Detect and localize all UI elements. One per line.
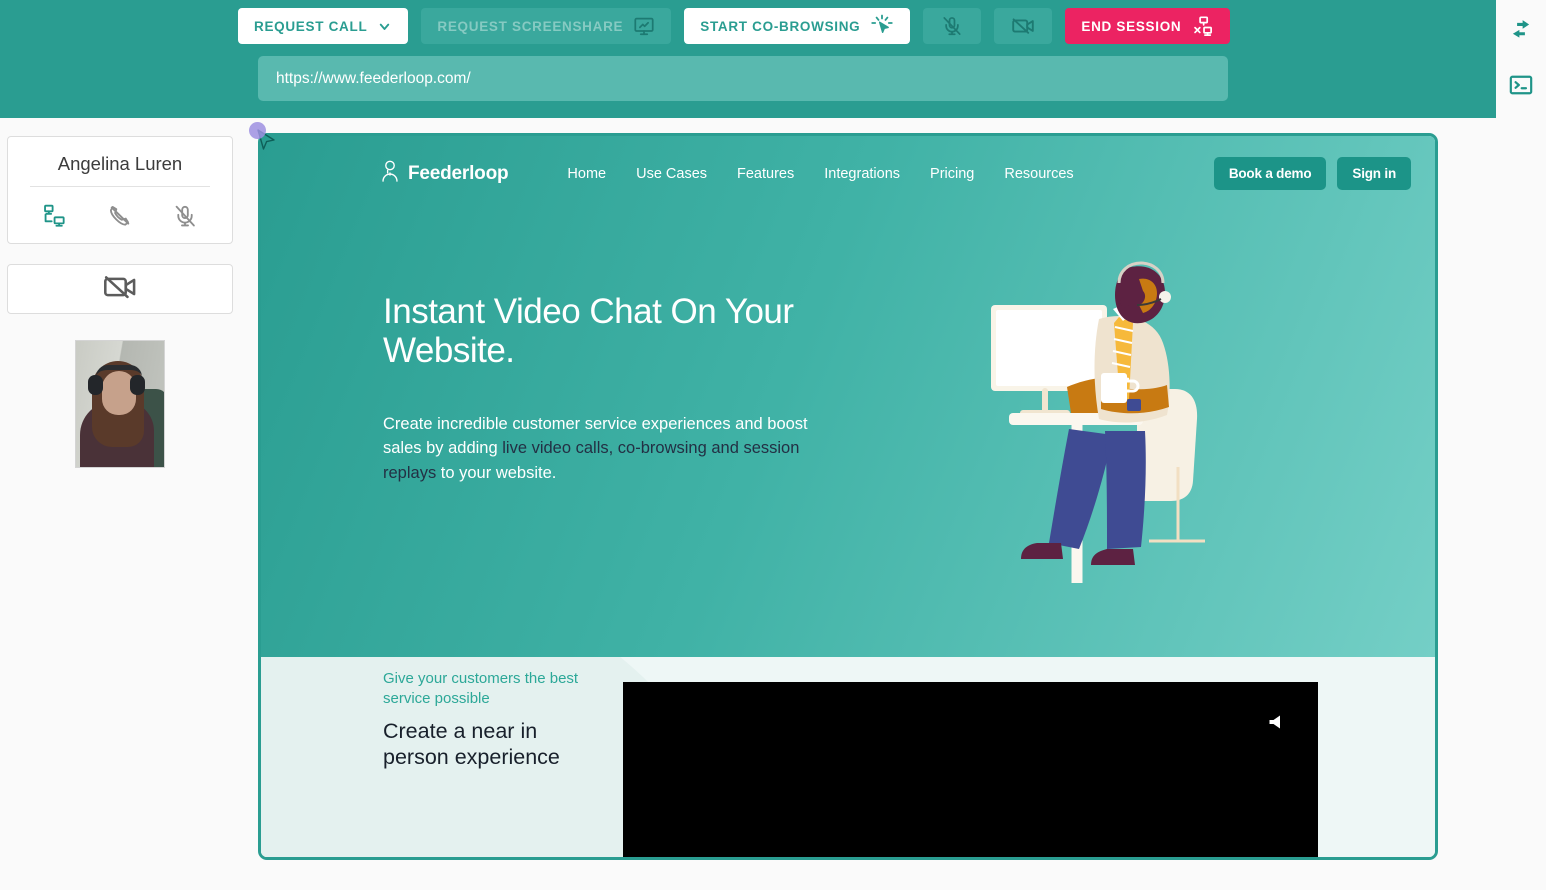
request-call-label: REQUEST CALL: [254, 18, 368, 34]
toolbar-button-row: REQUEST CALL REQUEST SCREENSHARE START C…: [238, 8, 1231, 44]
url-input[interactable]: [258, 56, 1228, 101]
webcam-headset-right: [130, 375, 145, 395]
section-heading: Create a near in person experience: [383, 719, 560, 769]
nav-link-pricing[interactable]: Pricing: [930, 166, 974, 182]
toggle-microphone-button[interactable]: [923, 8, 982, 44]
camera-off-icon: [102, 269, 138, 310]
request-screenshare-label: REQUEST SCREENSHARE: [437, 18, 624, 34]
nav-link-home[interactable]: Home: [567, 166, 606, 182]
nav-link-resources[interactable]: Resources: [1004, 166, 1073, 182]
cobrowse-page-preview[interactable]: Feederloop Home Use Cases Features Integ…: [258, 133, 1438, 860]
agent-webcam-video[interactable]: [75, 340, 165, 468]
sign-in-button[interactable]: Sign in: [1337, 157, 1411, 190]
transfer-arrows-icon: [1508, 20, 1534, 45]
feederloop-agent-icon: [379, 159, 401, 188]
site-navbar: Feederloop Home Use Cases Features Integ…: [261, 136, 1435, 190]
site-nav-actions: Book a demo Sign in: [1213, 157, 1411, 190]
mic-muted-icon: [172, 205, 198, 232]
request-screenshare-button[interactable]: REQUEST SCREENSHARE: [421, 8, 672, 44]
hero-subtitle: Create incredible customer service exper…: [383, 412, 835, 485]
nav-link-use-cases[interactable]: Use Cases: [636, 166, 707, 182]
end-session-button[interactable]: END SESSION: [1065, 8, 1231, 44]
hero-illustration: [979, 261, 1239, 591]
start-cobrowsing-label: START CO-BROWSING: [700, 18, 861, 34]
hero-title: Instant Video Chat On Your Website.: [383, 292, 794, 370]
camera-off-icon: [1011, 14, 1035, 38]
request-call-button[interactable]: REQUEST CALL: [238, 8, 409, 44]
cobrowse-screens-icon: [42, 204, 68, 232]
volume-icon[interactable]: [1268, 714, 1282, 735]
chevron-down-icon: [377, 19, 392, 34]
site-hero-section: Feederloop Home Use Cases Features Integ…: [261, 136, 1435, 657]
book-a-demo-button[interactable]: Book a demo: [1213, 157, 1327, 190]
toggle-camera-button[interactable]: [994, 8, 1053, 44]
participant-cobrowse-button[interactable]: [36, 201, 74, 231]
participant-end-call-button[interactable]: [101, 201, 139, 231]
nav-link-features[interactable]: Features: [737, 166, 794, 182]
phone-hangup-icon: [107, 205, 133, 232]
participant-name: Angelina Luren: [30, 153, 210, 187]
mic-muted-icon: [941, 15, 963, 37]
demo-video-player[interactable]: [623, 682, 1318, 857]
site-nav-links: Home Use Cases Features Integrations Pri…: [567, 166, 1073, 182]
participant-sidebar: Angelina Luren: [7, 136, 233, 468]
hero-copy: Instant Video Chat On Your Website. Crea…: [261, 292, 1435, 485]
transfer-session-button[interactable]: [1508, 16, 1534, 42]
right-rail: [1496, 0, 1546, 890]
cobrowse-cursor-icon: [870, 14, 894, 38]
site-brand-text: Feederloop: [408, 162, 509, 184]
site-lower-section: Give your customers the best service pos…: [261, 657, 1435, 857]
terminal-console-icon: [1508, 75, 1534, 101]
hero-sub-part2: to your website.: [436, 463, 557, 482]
start-cobrowsing-button[interactable]: START CO-BROWSING: [684, 8, 911, 44]
agent-toolbar: REQUEST CALL REQUEST SCREENSHARE START C…: [0, 0, 1496, 118]
camera-toggle-card[interactable]: [7, 264, 233, 314]
end-session-label: END SESSION: [1081, 18, 1182, 34]
site-logo[interactable]: Feederloop: [379, 159, 509, 188]
participant-card: Angelina Luren: [7, 136, 233, 244]
webcam-headset-left: [88, 375, 103, 395]
participant-mute-button[interactable]: [166, 201, 204, 231]
screenshare-monitor-icon: [633, 15, 655, 37]
end-cobrowse-icon: [1191, 15, 1214, 38]
lower-copy: Give your customers the best service pos…: [383, 669, 603, 771]
participant-action-row: [22, 187, 218, 231]
app-root: REQUEST CALL REQUEST SCREENSHARE START C…: [0, 0, 1546, 890]
nav-link-integrations[interactable]: Integrations: [824, 166, 900, 182]
console-button[interactable]: [1508, 72, 1534, 98]
section-kicker: Give your customers the best service pos…: [383, 670, 579, 707]
